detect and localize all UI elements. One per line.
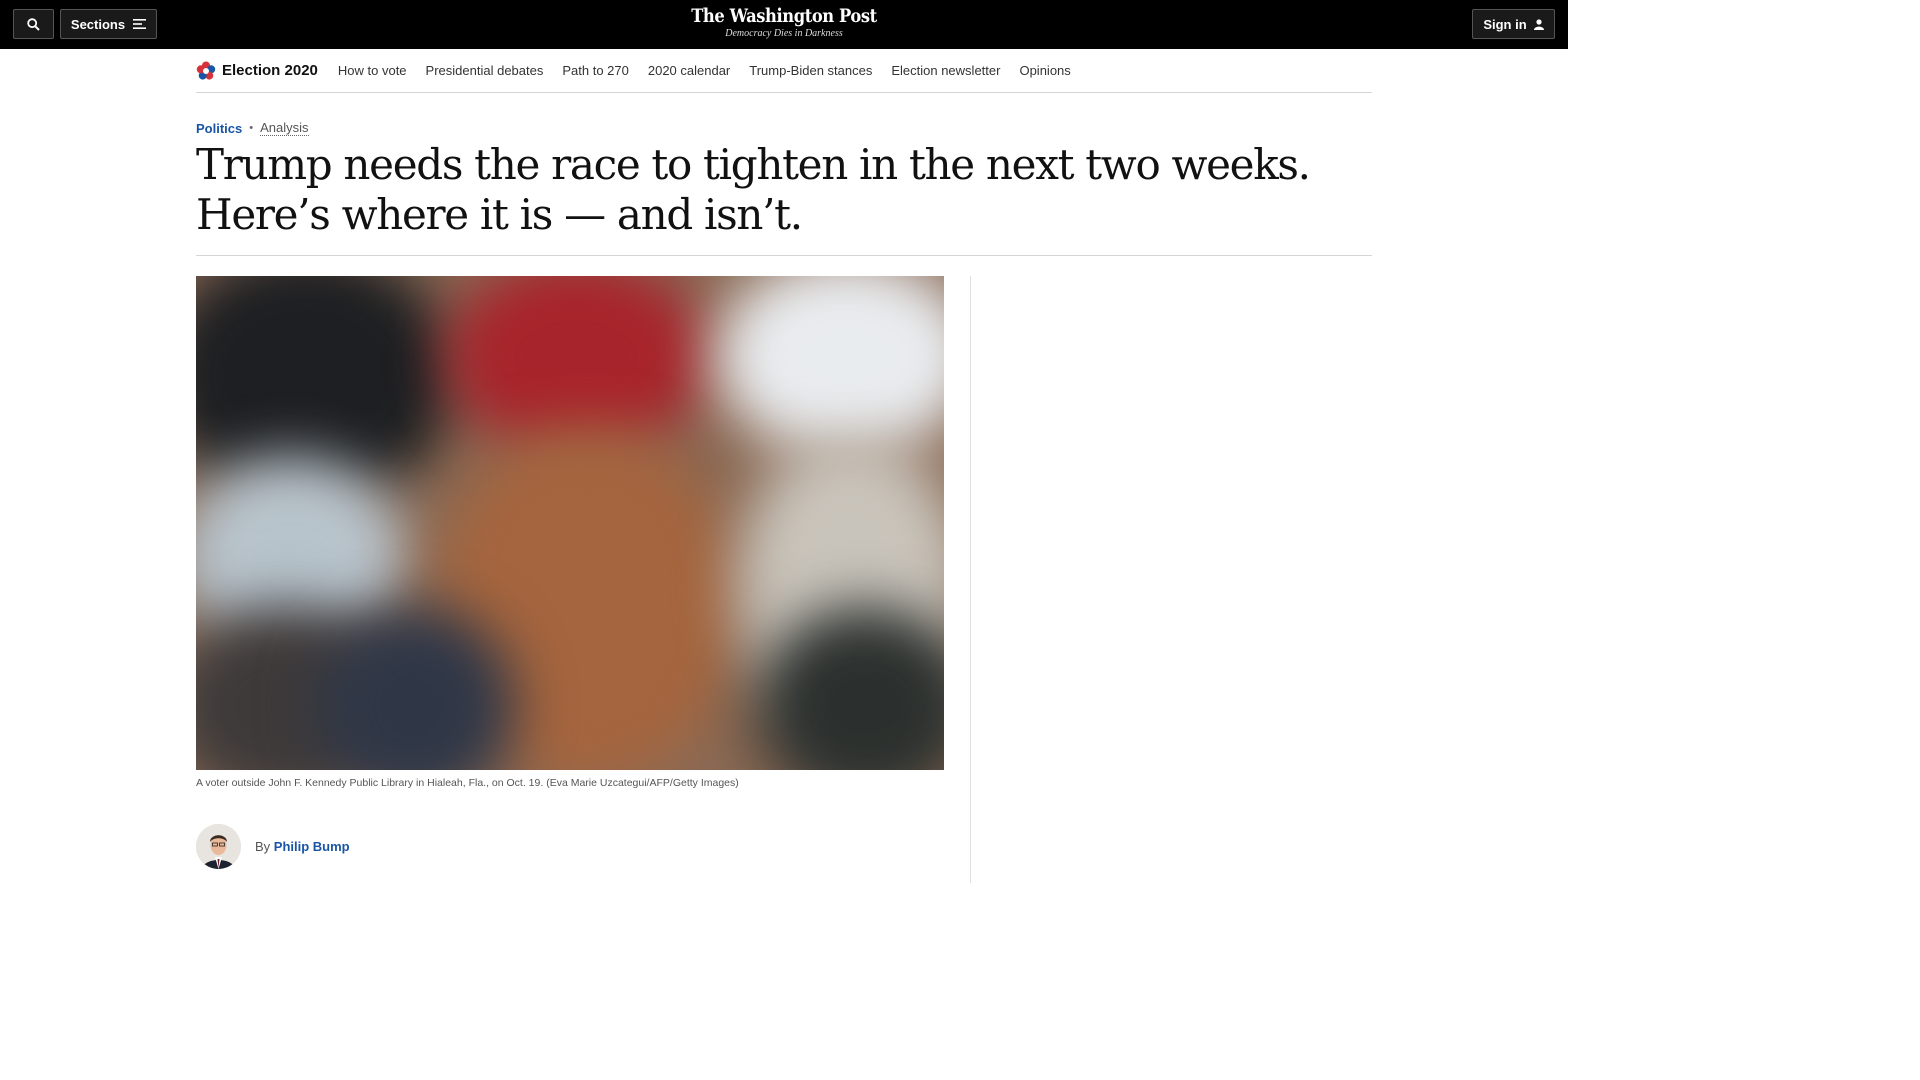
article-headline: Trump needs the race to tighten in the n… (196, 140, 1372, 240)
site-tagline: Democracy Dies in Darkness (725, 28, 843, 39)
sections-button[interactable]: Sections (60, 9, 157, 39)
nav-link-trump-biden-stances[interactable]: Trump-Biden stances (749, 63, 872, 78)
section-link[interactable]: Politics (196, 121, 242, 136)
election-brand-label: Election 2020 (222, 62, 318, 79)
sections-label: Sections (70, 16, 126, 32)
lead-photo[interactable] (196, 276, 944, 770)
sign-in-label: Sign in (1483, 16, 1527, 32)
site-logo[interactable]: The Washington Post (655, 4, 913, 28)
sign-in-button[interactable]: Sign in (1472, 9, 1555, 39)
byline-prefix: By (255, 839, 271, 854)
nav-link-path-to-270[interactable]: Path to 270 (562, 63, 629, 78)
search-icon (27, 17, 40, 31)
election-star-icon (196, 61, 216, 80)
nav-link-election-newsletter[interactable]: Election newsletter (891, 63, 1000, 78)
headline-divider (196, 255, 1372, 256)
nav-link-opinions[interactable]: Opinions (1019, 63, 1070, 78)
analysis-label[interactable]: Analysis (260, 120, 309, 136)
nav-link-2020-calendar[interactable]: 2020 calendar (648, 63, 730, 78)
column-divider (970, 276, 971, 883)
byline-text: By Philip Bump (255, 839, 350, 854)
menu-lines-icon (133, 19, 147, 29)
author-avatar[interactable] (196, 824, 241, 869)
nav-link-presidential-debates[interactable]: Presidential debates (426, 63, 544, 78)
byline: By Philip Bump (196, 824, 350, 869)
author-name-link[interactable]: Philip Bump (274, 839, 350, 854)
search-button[interactable] (13, 9, 54, 39)
photo-caption: A voter outside John F. Kennedy Public L… (196, 777, 739, 789)
author-portrait-icon (196, 824, 241, 869)
election-subnav: Election 2020 How to vote Presidential d… (196, 49, 1372, 93)
headline-line-1: Trump needs the race to tighten in the n… (196, 140, 1311, 189)
nav-link-how-to-vote[interactable]: How to vote (338, 63, 407, 78)
election-brand[interactable]: Election 2020 (196, 61, 318, 81)
user-icon (1533, 18, 1544, 30)
top-navigation-bar: Sections The Washington Post Democracy D… (0, 0, 1568, 49)
kicker-separator: • (249, 122, 254, 134)
headline-line-2: Here’s where it is — and isn’t. (196, 190, 803, 239)
masthead[interactable]: The Washington Post Democracy Dies in Da… (634, 4, 934, 40)
article-kicker: Politics • Analysis (196, 120, 309, 136)
